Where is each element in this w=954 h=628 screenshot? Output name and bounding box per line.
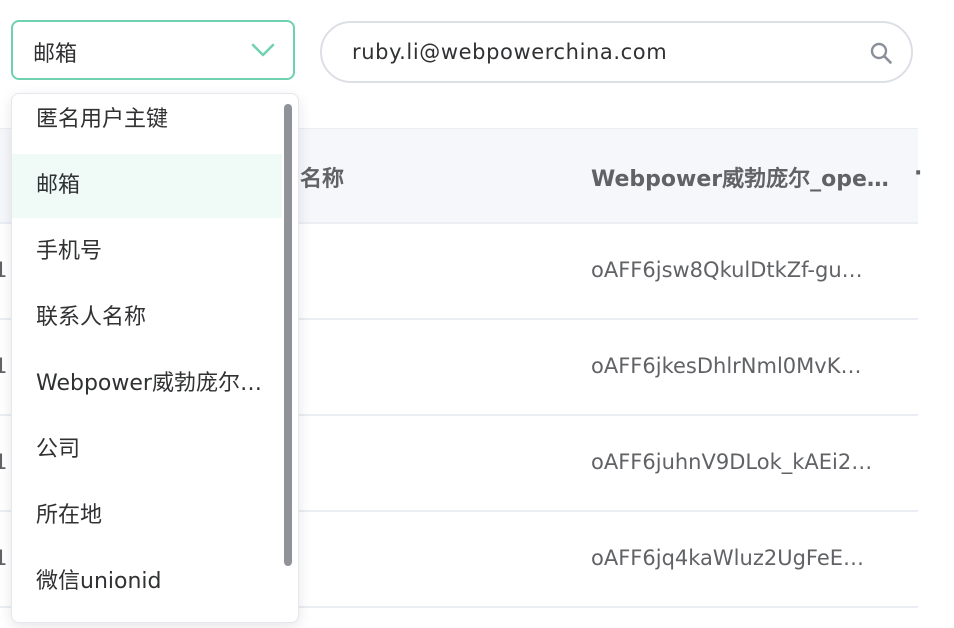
field-select-value: 邮箱 xyxy=(33,42,78,67)
select-option-openid[interactable]: Webpower威勃庞尔_openid xyxy=(12,352,282,416)
table-cell-openid: oAFF6juhnV9DLok_kAEi2… xyxy=(591,450,873,474)
field-select-dropdown: 匿名用户主键 邮箱 手机号 联系人名称 Webpower威勃庞尔_openid … xyxy=(11,93,299,623)
page-root: 邮箱 名称 Webpower威勃庞尔_openid · 1 oAFF6jsw8Q… xyxy=(0,0,954,628)
select-option-wechat-unionid[interactable]: 微信unionid xyxy=(12,550,282,614)
select-option-location[interactable]: 所在地 xyxy=(12,484,282,548)
table-cell-id: 1 xyxy=(0,450,8,474)
dropdown-scrollbar[interactable] xyxy=(284,104,292,566)
column-header-openid[interactable]: Webpower威勃庞尔_openid xyxy=(591,161,891,193)
table-cell-id: 1 xyxy=(0,354,8,378)
search-input[interactable] xyxy=(352,35,852,69)
select-option-email[interactable]: 邮箱 xyxy=(12,154,282,218)
table-cell-id: 1 xyxy=(0,546,8,570)
select-option-company[interactable]: 公司 xyxy=(12,418,282,482)
select-option-phone[interactable]: 手机号 xyxy=(12,220,282,284)
select-option-anonymous-key[interactable]: 匿名用户主键 xyxy=(12,94,282,152)
column-header-more[interactable]: · xyxy=(914,161,922,186)
search-box[interactable] xyxy=(320,21,913,83)
table-cell-id: 1 xyxy=(0,258,8,282)
select-option-contact-name[interactable]: 联系人名称 xyxy=(12,286,282,350)
field-select[interactable]: 邮箱 xyxy=(11,20,295,80)
search-icon[interactable] xyxy=(869,41,893,65)
chevron-down-icon xyxy=(251,43,275,57)
table-cell-openid: oAFF6jsw8QkulDtkZf-gu… xyxy=(591,258,863,282)
table-cell-openid: oAFF6jq4kaWluz2UgFeE… xyxy=(591,546,865,570)
table-cell-openid: oAFF6jkesDhlrNml0MvK… xyxy=(591,354,862,378)
column-header-name[interactable]: 名称 xyxy=(300,161,344,193)
